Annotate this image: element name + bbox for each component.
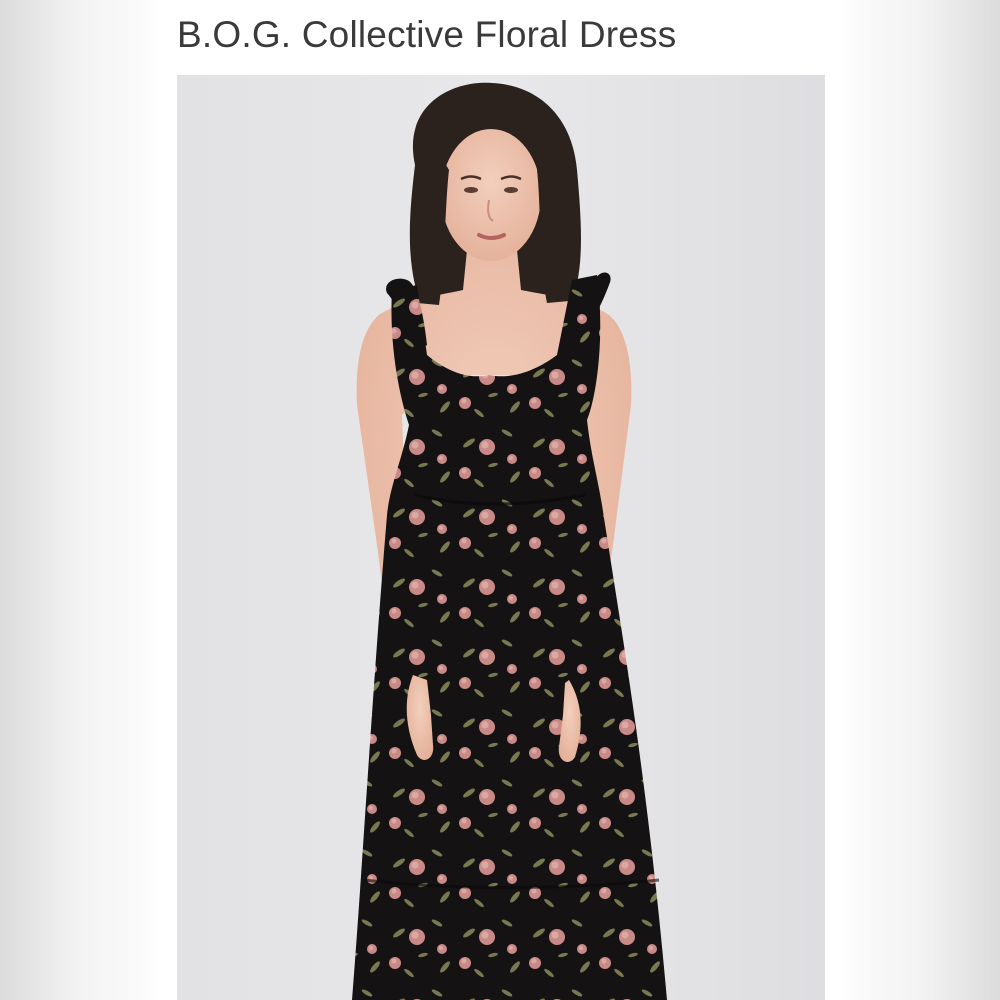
product-photo[interactable] [177,75,825,1000]
listing-title: B.O.G. Collective Floral Dress [177,14,677,55]
product-photo-illustration [177,75,825,1000]
listing-card: B.O.G. Collective Floral Dress [157,0,843,1000]
